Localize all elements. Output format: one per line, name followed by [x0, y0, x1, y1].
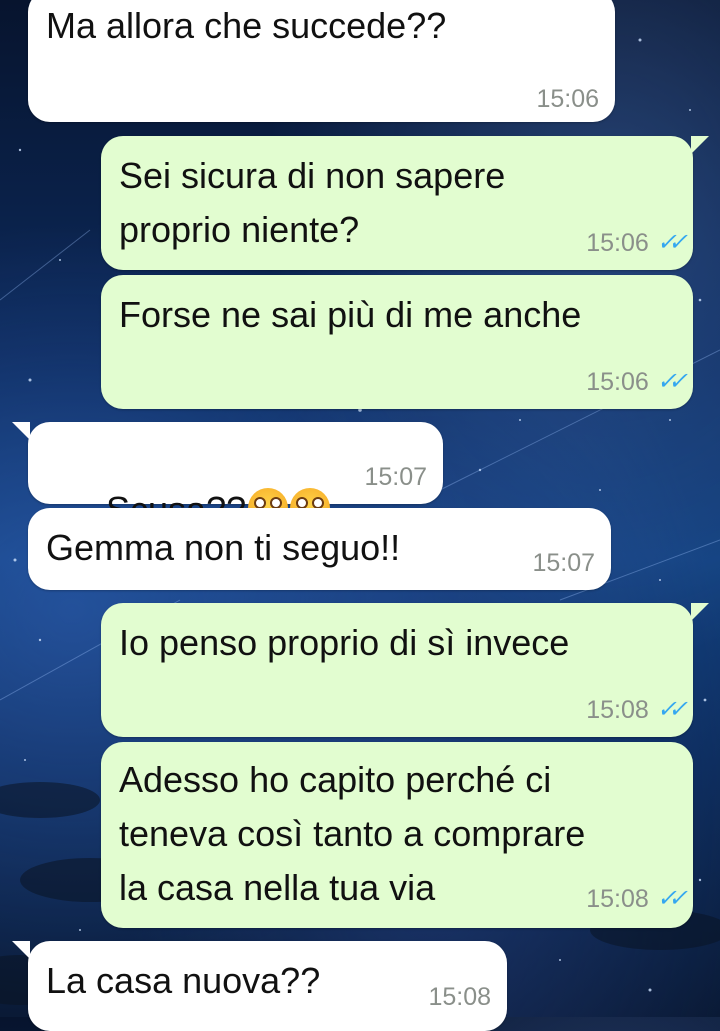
message-timestamp: 15:07 — [532, 549, 595, 577]
read-receipt-icon: ✓✓ — [656, 229, 688, 256]
read-receipt-icon: ✓✓ — [656, 368, 688, 395]
message-text: la casa nella tua via — [119, 867, 436, 908]
message-timestamp: 15:06 ✓✓ — [586, 229, 688, 257]
message-text: Io penso proprio di sì invece — [119, 622, 570, 663]
read-receipt-icon: ✓✓ — [656, 885, 688, 912]
message-text: Forse ne sai più di me anche — [119, 294, 582, 335]
read-receipt-icon: ✓✓ — [656, 696, 688, 723]
message-bubble-incoming[interactable]: Ma allora che succede?? 15:06 — [28, 0, 615, 122]
message-text: La casa nuova?? — [46, 960, 321, 1001]
message-timestamp: 15:07 — [364, 463, 427, 491]
message-timestamp: 15:08 ✓✓ — [586, 696, 688, 724]
message-bubble-outgoing[interactable]: Forse ne sai più di me anche 15:06 ✓✓ — [101, 275, 693, 409]
message-bubble-outgoing[interactable]: Adesso ho capito perché ci teneva così t… — [101, 742, 693, 928]
message-bubble-incoming[interactable]: Scusa?? 15:07 — [12, 422, 443, 530]
message-text: Ma allora che succede?? — [46, 5, 447, 46]
message-text: Sei sicura di non sapere — [119, 155, 506, 196]
message-text: Gemma non ti seguo!! — [46, 527, 401, 568]
message-timestamp: 15:06 ✓✓ — [586, 368, 688, 396]
message-timestamp: 15:08 ✓✓ — [586, 885, 688, 913]
message-bubble-outgoing[interactable]: Io penso proprio di sì invece 15:08 ✓✓ — [101, 603, 709, 737]
message-bubble-outgoing[interactable]: Sei sicura di non sapere proprio niente?… — [101, 136, 709, 270]
message-text: teneva così tanto a comprare — [119, 813, 586, 854]
message-timestamp: 15:06 — [536, 85, 599, 113]
message-bubble-incoming[interactable]: La casa nuova?? 15:08 — [12, 941, 507, 1031]
message-text: proprio niente? — [119, 209, 360, 250]
message-bubble-incoming[interactable]: Gemma non ti seguo!! 15:07 — [28, 508, 611, 590]
message-timestamp: 15:08 — [428, 983, 491, 1011]
message-text: Adesso ho capito perché ci — [119, 759, 552, 800]
